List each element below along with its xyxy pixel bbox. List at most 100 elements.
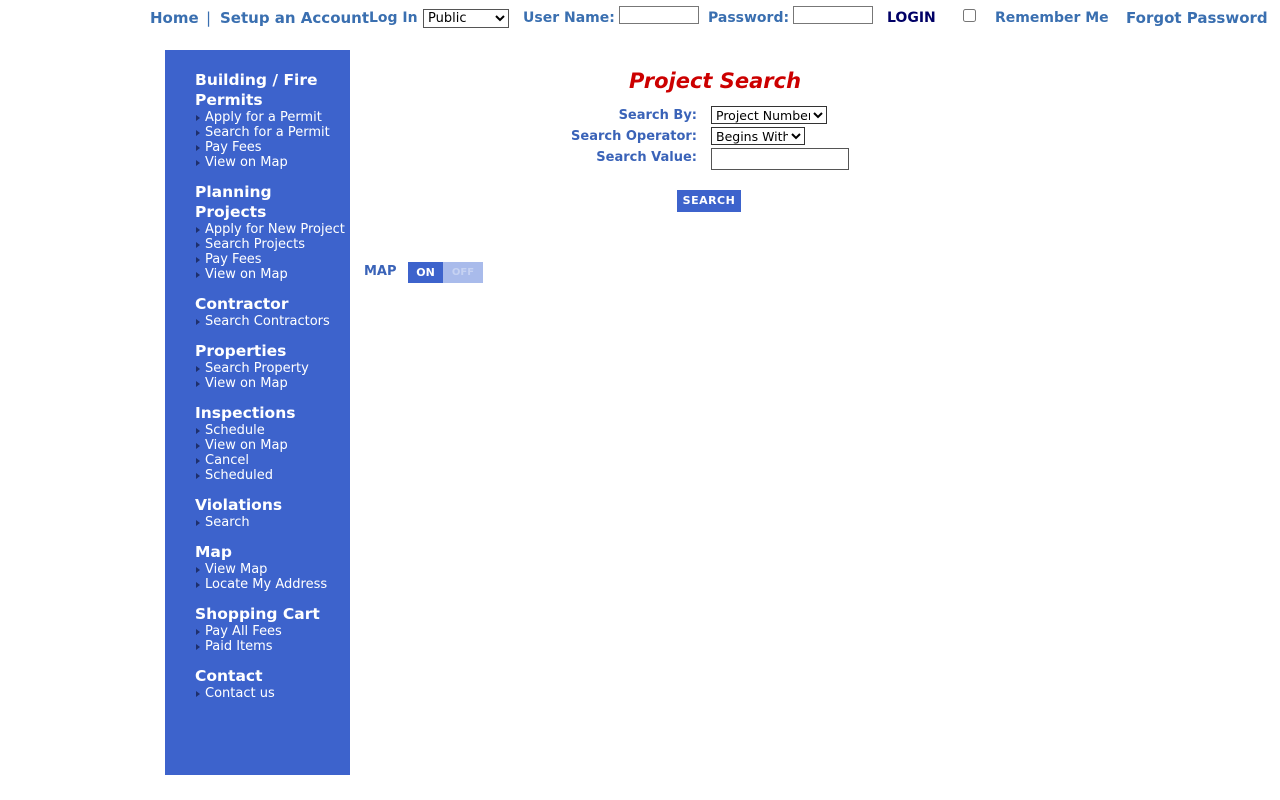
triangle-bullet-icon	[196, 567, 200, 573]
search-value-field[interactable]	[711, 148, 849, 170]
map-toggle[interactable]: ON OFF	[408, 262, 483, 283]
sidebar-link-label: Pay Fees	[205, 140, 262, 155]
sidebar-link[interactable]: Search Projects	[195, 237, 345, 252]
sidebar-link[interactable]: Search for a Permit	[195, 125, 345, 140]
sidebar-section-title[interactable]: Map	[195, 542, 345, 562]
sidebar-section: Properties Search Property View on Map	[195, 341, 345, 391]
triangle-bullet-icon	[196, 160, 200, 166]
sidebar-link-label: Scheduled	[205, 468, 273, 483]
sidebar-section: Contractor Search Contractors	[195, 294, 345, 329]
remember-me-label[interactable]: Remember Me	[995, 10, 1109, 26]
page-title: Project Search	[628, 69, 802, 93]
sidebar-section: Contact Contact us	[195, 666, 345, 701]
sidebar-link[interactable]: Scheduled	[195, 468, 345, 483]
home-link[interactable]: Home	[150, 9, 199, 27]
map-toggle-off[interactable]: OFF	[443, 262, 483, 283]
setup-account-link[interactable]: Setup an Account	[220, 9, 369, 27]
forgot-password-link[interactable]: Forgot Password	[1126, 9, 1268, 27]
sidebar-link[interactable]: Locate My Address	[195, 577, 345, 592]
triangle-bullet-icon	[196, 145, 200, 151]
triangle-bullet-icon	[196, 443, 200, 449]
map-toggle-on[interactable]: ON	[408, 262, 443, 283]
sidebar-link[interactable]: Pay Fees	[195, 252, 345, 267]
nav-separator: |	[206, 9, 212, 27]
sidebar-link-label: Cancel	[205, 453, 250, 468]
sidebar-link[interactable]: View on Map	[195, 267, 345, 282]
sidebar-section: Shopping Cart Pay All Fees Paid Items	[195, 604, 345, 654]
sidebar-section-title[interactable]: Violations	[195, 495, 345, 515]
triangle-bullet-icon	[196, 257, 200, 263]
sidebar-link[interactable]: Search	[195, 515, 345, 530]
username-label: User Name:	[523, 10, 615, 26]
sidebar-link[interactable]: View on Map	[195, 376, 345, 391]
triangle-bullet-icon	[196, 227, 200, 233]
sidebar-link[interactable]: Search Property	[195, 361, 345, 376]
sidebar-section-title[interactable]: Inspections	[195, 403, 345, 423]
sidebar-section: Inspections Schedule View on Map Cancel Sche…	[195, 403, 345, 483]
sidebar-link-label: Paid Items	[205, 639, 273, 654]
sidebar-link-label: View Map	[205, 562, 268, 577]
triangle-bullet-icon	[196, 629, 200, 635]
sidebar-link-label: Pay Fees	[205, 252, 262, 267]
sidebar-section-title[interactable]: Shopping Cart	[195, 604, 345, 624]
sidebar-link-label: Pay All Fees	[205, 624, 282, 639]
search-operator-label: Search Operator:	[571, 129, 697, 144]
search-by-select[interactable]: Project Number	[711, 106, 827, 124]
triangle-bullet-icon	[196, 644, 200, 650]
sidebar-link[interactable]: View on Map	[195, 438, 345, 453]
sidebar-link[interactable]: Pay Fees	[195, 140, 345, 155]
sidebar-section: Violations Search	[195, 495, 345, 530]
sidebar-link[interactable]: Apply for New Project	[195, 222, 345, 237]
sidebar-link-label: Apply for a Permit	[205, 110, 322, 125]
sidebar-link-label: View on Map	[205, 438, 288, 453]
triangle-bullet-icon	[196, 366, 200, 372]
sidebar-link[interactable]: Search Contractors	[195, 314, 345, 329]
sidebar-section-title[interactable]: Properties	[195, 341, 345, 361]
triangle-bullet-icon	[196, 458, 200, 464]
remember-me-checkbox[interactable]	[963, 9, 976, 22]
sidebar-section-title[interactable]: Building / Fire Permits	[195, 70, 345, 110]
sidebar-link[interactable]: Contact us	[195, 686, 345, 701]
triangle-bullet-icon	[196, 381, 200, 387]
sidebar-section: Planning Projects Apply for New Project Se…	[195, 182, 345, 282]
sidebar-section-title[interactable]: Planning Projects	[195, 182, 345, 222]
triangle-bullet-icon	[196, 115, 200, 121]
search-button[interactable]: SEARCH	[677, 190, 741, 212]
log-in-label: Log In	[369, 10, 418, 26]
triangle-bullet-icon	[196, 473, 200, 479]
login-button[interactable]: LOGIN	[887, 10, 936, 26]
search-by-label: Search By:	[618, 108, 697, 123]
sidebar-link-label: Contact us	[205, 686, 275, 701]
login-role-select[interactable]: Public	[423, 9, 509, 28]
triangle-bullet-icon	[196, 272, 200, 278]
sidebar-link-label: Search	[205, 515, 250, 530]
sidebar-link[interactable]: View Map	[195, 562, 345, 577]
sidebar-link-label: View on Map	[205, 267, 288, 282]
password-field[interactable]	[793, 6, 873, 24]
triangle-bullet-icon	[196, 428, 200, 434]
sidebar-menu: Building / Fire Permits Apply for a Permi…	[195, 70, 345, 713]
sidebar-link-label: Schedule	[205, 423, 265, 438]
sidebar-link[interactable]: Schedule	[195, 423, 345, 438]
sidebar-link[interactable]: Apply for a Permit	[195, 110, 345, 125]
sidebar-link[interactable]: Paid Items	[195, 639, 345, 654]
sidebar-navigation: Building / Fire Permits Apply for a Permi…	[165, 50, 350, 775]
sidebar-link-label: Search Contractors	[205, 314, 330, 329]
triangle-bullet-icon	[196, 242, 200, 248]
sidebar-link[interactable]: Pay All Fees	[195, 624, 345, 639]
sidebar-link[interactable]: View on Map	[195, 155, 345, 170]
triangle-bullet-icon	[196, 130, 200, 136]
triangle-bullet-icon	[196, 691, 200, 697]
sidebar-section-title[interactable]: Contractor	[195, 294, 345, 314]
sidebar-link-label: Search Projects	[205, 237, 306, 252]
map-toggle-label: MAP	[364, 264, 397, 279]
sidebar-link[interactable]: Cancel	[195, 453, 345, 468]
sidebar-section-title[interactable]: Contact	[195, 666, 345, 686]
sidebar-link-label: View on Map	[205, 155, 288, 170]
triangle-bullet-icon	[196, 520, 200, 526]
password-label: Password:	[708, 10, 790, 26]
username-field[interactable]	[619, 6, 699, 24]
search-operator-select[interactable]: Begins With	[711, 127, 805, 145]
sidebar-link-label: Search for a Permit	[205, 125, 330, 140]
sidebar-link-label: Search Property	[205, 361, 309, 376]
